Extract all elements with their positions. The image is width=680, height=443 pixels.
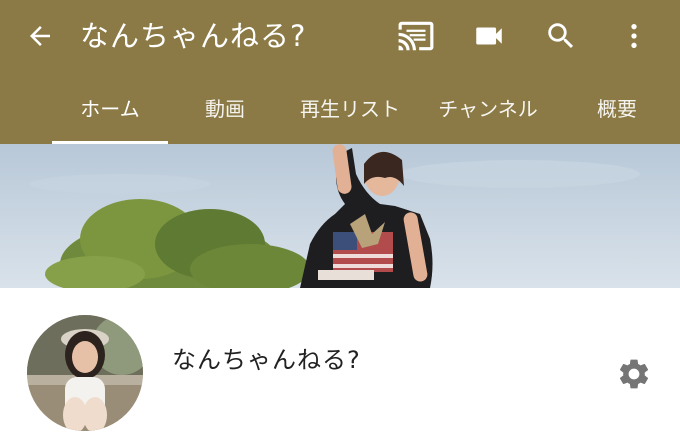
tab-playlists[interactable]: 再生リスト xyxy=(290,80,410,144)
channel-settings-button[interactable] xyxy=(612,352,656,396)
tab-label: ホーム xyxy=(80,96,140,121)
tab-channels[interactable]: チャンネル xyxy=(428,80,548,144)
cast-icon xyxy=(398,21,434,51)
back-button[interactable] xyxy=(18,14,62,58)
avatar-image xyxy=(27,315,143,431)
video-camera-icon xyxy=(476,27,502,45)
upload-video-button[interactable] xyxy=(467,14,511,58)
tab-home[interactable]: ホーム xyxy=(52,80,168,144)
page-title: なんちゃんねる? xyxy=(80,19,307,53)
channel-name: なんちゃんねる? xyxy=(172,346,361,374)
search-icon xyxy=(548,23,574,49)
gear-icon xyxy=(619,359,649,389)
tab-label: 概要 xyxy=(597,96,637,121)
tab-about[interactable]: 概要 xyxy=(572,80,662,144)
tab-bar: ホーム 動画 再生リスト チャンネル 概要 xyxy=(0,80,680,144)
back-arrow-icon xyxy=(30,26,50,46)
app-bar: なんちゃんねる? ホーム 動画 再生リスト チャンネル 概要 xyxy=(0,0,680,144)
banner-image xyxy=(0,144,680,288)
tab-label: チャンネル xyxy=(438,96,538,121)
more-options-button[interactable] xyxy=(612,14,656,58)
tab-videos[interactable]: 動画 xyxy=(180,80,270,144)
avatar[interactable] xyxy=(27,315,143,431)
cast-button[interactable] xyxy=(394,14,438,58)
more-vert-icon xyxy=(631,24,637,48)
channel-info-row: なんちゃんねる? xyxy=(0,288,680,443)
tab-label: 動画 xyxy=(205,96,245,121)
search-button[interactable] xyxy=(539,14,583,58)
top-toolbar: なんちゃんねる? xyxy=(0,0,680,72)
channel-banner xyxy=(0,144,680,288)
tab-label: 再生リスト xyxy=(300,96,400,121)
